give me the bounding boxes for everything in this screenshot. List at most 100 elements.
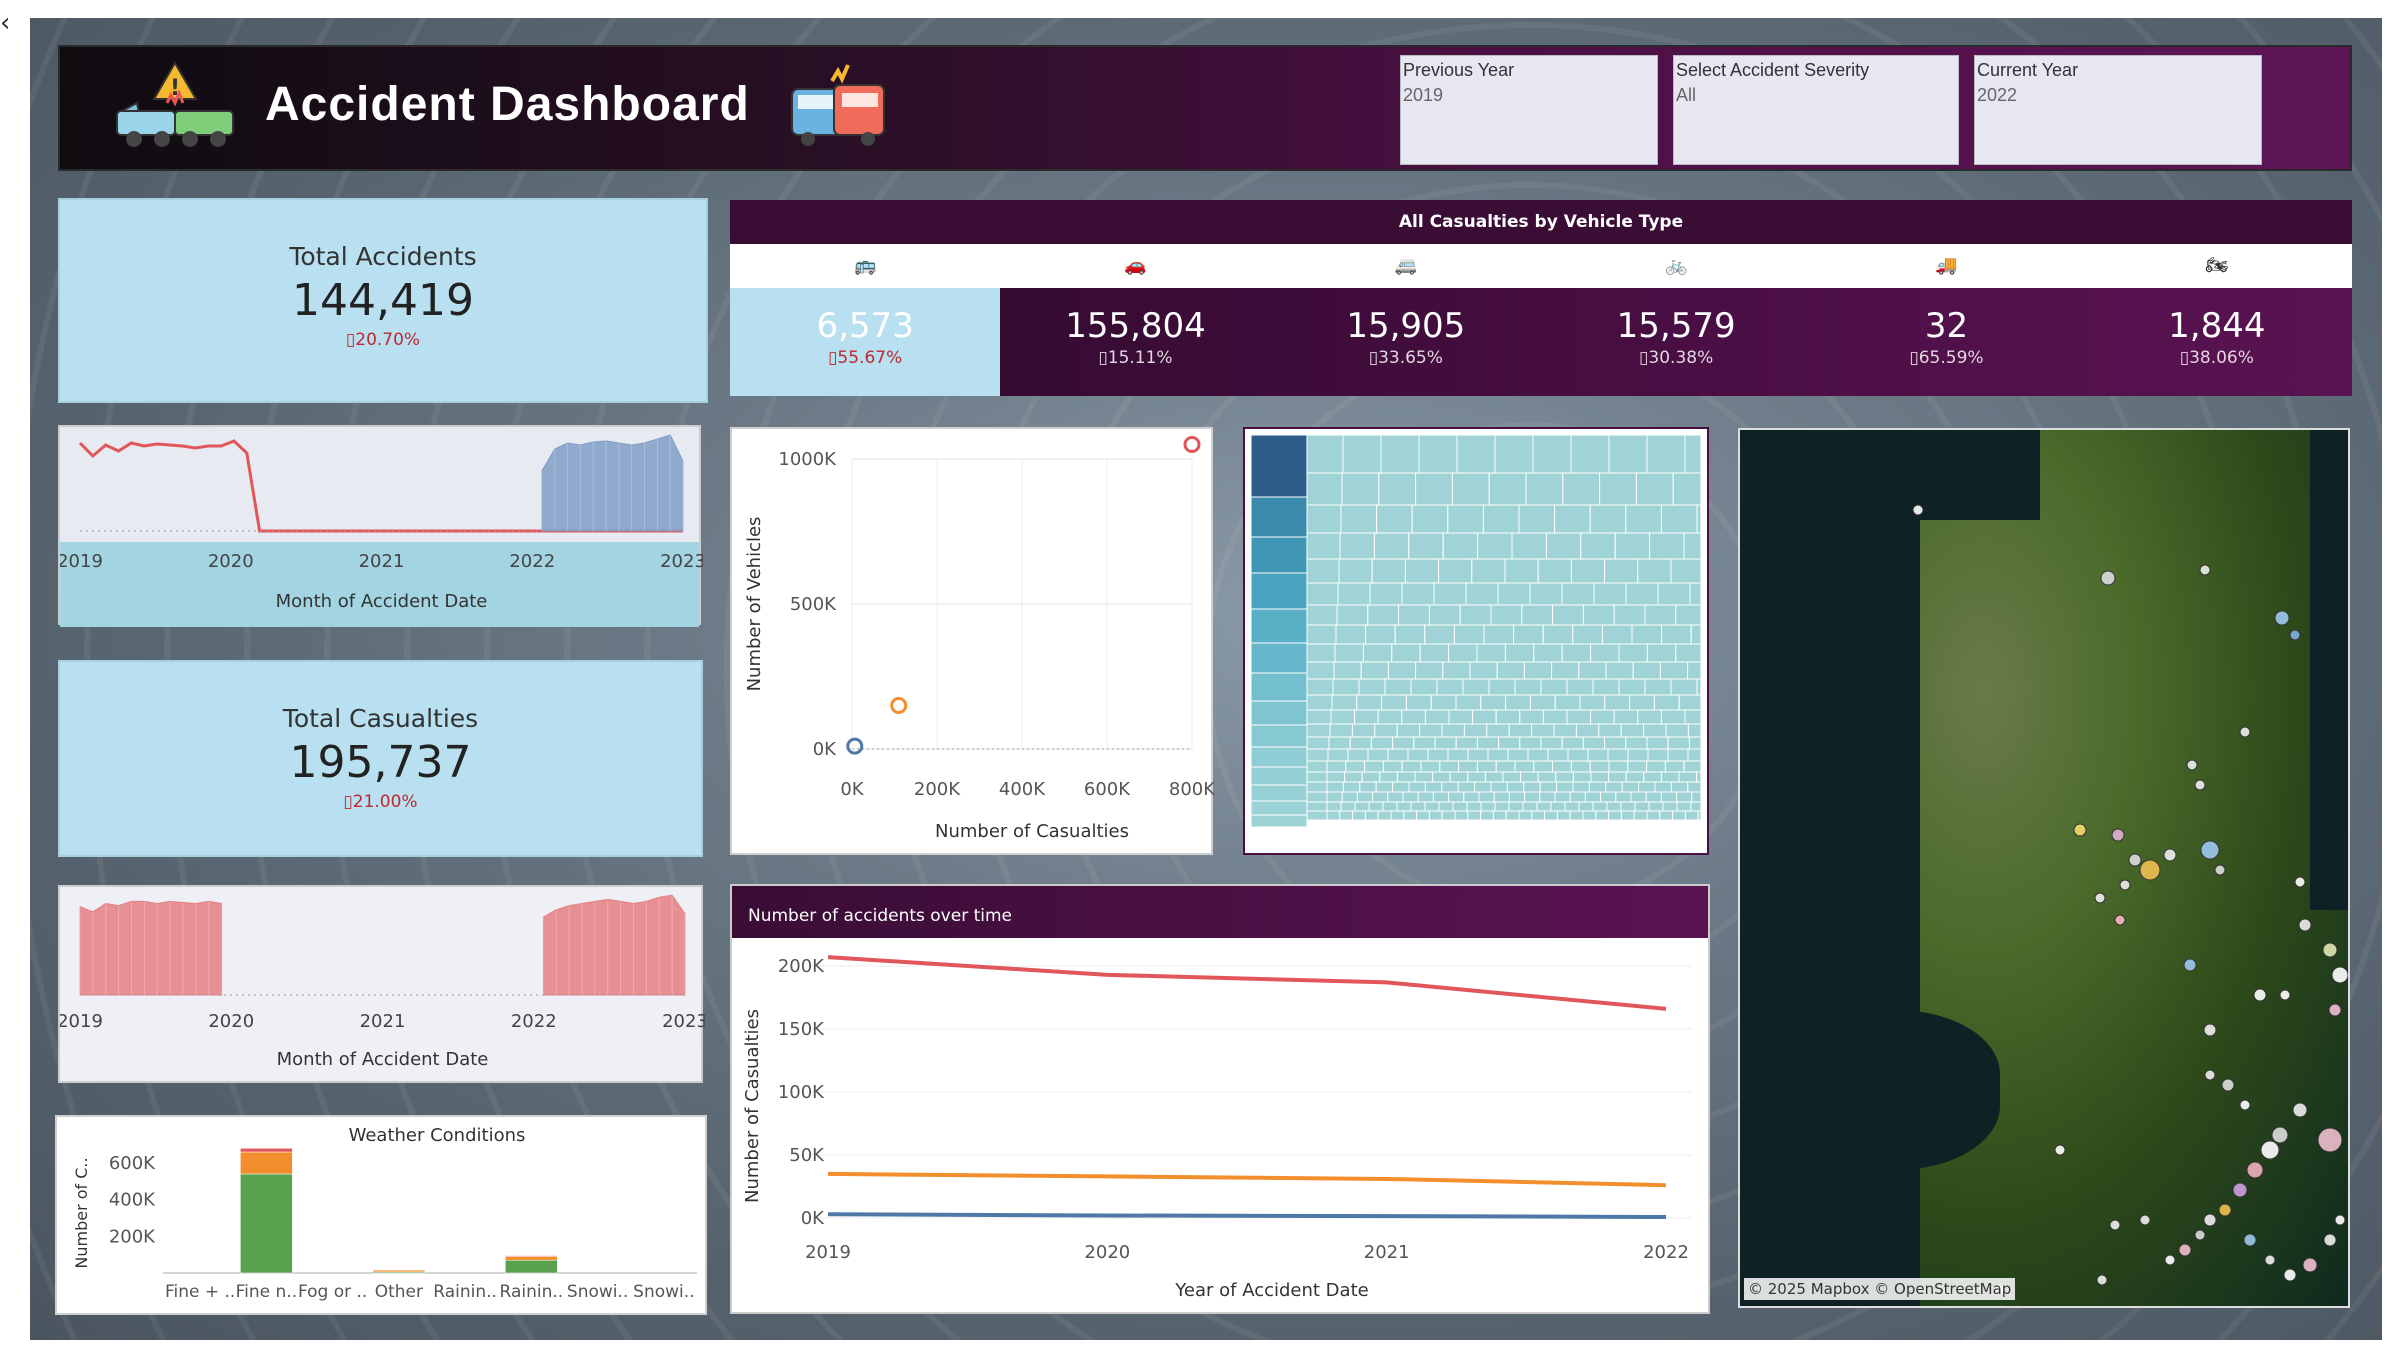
weather-conditions-chart[interactable]: Weather Conditions 200K 400K 600K Fine + .. F… xyxy=(55,1115,707,1315)
vehicle-cell-motorcycle[interactable]: 1,844 ▯38.06% xyxy=(2082,288,2352,396)
vehicle-cell-bus[interactable]: 6,573 ▯55.67% xyxy=(730,288,1001,396)
treemap-cell xyxy=(1306,504,1342,534)
accident-location-dot xyxy=(2109,1219,2121,1231)
treemap-cell xyxy=(1537,771,1557,783)
treemap-cell xyxy=(1387,748,1409,762)
accident-location-dot xyxy=(2246,1161,2264,1179)
treemap-cell xyxy=(1660,791,1678,803)
x-tick-label: 200K xyxy=(914,779,961,800)
series-area xyxy=(79,894,686,996)
treemap-cell xyxy=(1344,771,1363,783)
treemap-cell xyxy=(1683,532,1702,560)
car-icon[interactable]: 🚗 xyxy=(1000,244,1270,288)
treemap-cell xyxy=(1439,760,1460,773)
treemap-cell xyxy=(1358,678,1386,696)
treemap-cell xyxy=(1387,791,1404,803)
treemap-cell xyxy=(1441,810,1456,821)
treemap-cell xyxy=(1488,472,1527,506)
treemap-cell xyxy=(1391,643,1421,663)
treemap-cell xyxy=(1306,760,1328,773)
treemap-cell xyxy=(1401,709,1426,725)
treemap-cell xyxy=(1613,604,1646,626)
kpi-total-casualties[interactable]: Total Casualties 195,737 ▯21.00% xyxy=(58,660,703,857)
car-crash-warning-icon: ! xyxy=(116,61,234,147)
treemap-cell xyxy=(1670,678,1698,696)
truck-icon[interactable]: 🚚 xyxy=(1811,244,2081,288)
accident-location-dot xyxy=(2298,918,2312,932)
van-icon[interactable]: 🚐 xyxy=(1271,244,1541,288)
accident-location-dot xyxy=(2139,1214,2151,1226)
vehicle-cell-van[interactable]: 15,905 ▯33.65% xyxy=(1271,288,1541,396)
change-arrow-icon: ▯ xyxy=(1098,348,1108,368)
kpi-change-value: 20.70% xyxy=(355,330,421,350)
treemap-cell xyxy=(1483,624,1515,645)
filter-current-year[interactable]: Current Year 2022 xyxy=(1974,55,2262,165)
accident-location-dot xyxy=(2323,1233,2337,1247)
treemap-cell xyxy=(1416,810,1430,821)
accident-location-dot xyxy=(2073,823,2087,837)
accident-location-dot xyxy=(2317,1127,2343,1153)
treemap-cell xyxy=(1696,771,1702,783)
treemap-cell xyxy=(1561,643,1592,663)
treemap-cell xyxy=(1618,678,1646,696)
treemap-cell xyxy=(1333,661,1362,680)
treemap-cell xyxy=(1403,810,1418,821)
accident-location-dot xyxy=(2054,1144,2066,1156)
treemap-cell xyxy=(1494,801,1510,812)
treemap-cell xyxy=(1523,781,1541,793)
treemap-cell xyxy=(1552,604,1584,626)
weather-bar-segment xyxy=(505,1259,558,1274)
vehicle-value-row: 6,573 ▯55.67% 155,804 ▯15.11% 15,905 ▯33… xyxy=(730,288,2352,396)
filter-previous-year[interactable]: Previous Year 2019 xyxy=(1400,55,1658,165)
accident-location-dot xyxy=(2203,1213,2217,1227)
accident-location-dot xyxy=(2114,914,2126,926)
accident-location-dot xyxy=(2194,779,2206,791)
treemap-cell xyxy=(1456,434,1496,474)
x-tick-label: Rainin.. xyxy=(500,1282,564,1302)
treemap-cell xyxy=(1625,504,1662,534)
vehicle-cell-car[interactable]: 155,804 ▯15.11% xyxy=(1000,288,1270,396)
bus-icon[interactable]: 🚌 xyxy=(730,244,1000,288)
x-tick-label: Fog or .. xyxy=(298,1282,367,1302)
treemap-cell xyxy=(1600,791,1617,803)
vehicle-cell-bicycle[interactable]: 15,579 ▯30.38% xyxy=(1541,288,1811,396)
motorcycle-icon[interactable]: 🏍 xyxy=(2082,244,2352,288)
filter-accident-severity[interactable]: Select Accident Severity All xyxy=(1673,55,1959,165)
back-chevron-icon[interactable]: ‹ xyxy=(0,8,10,38)
treemap-cell xyxy=(1590,709,1615,725)
vehicle-value: 6,573 xyxy=(816,306,914,346)
y-tick-label: 0K xyxy=(813,739,837,760)
accident-location-dot xyxy=(2111,828,2125,842)
treemap-cell xyxy=(1424,709,1450,725)
treemap-cell xyxy=(1360,661,1389,680)
treemap-cell xyxy=(1595,810,1610,821)
x-tick-label: 0K xyxy=(840,779,864,800)
treemap-cell xyxy=(1547,748,1569,762)
treemap-cell xyxy=(1380,434,1420,474)
x-axis-title: Year of Accident Date xyxy=(1174,1280,1368,1301)
casualties-month-chart[interactable]: 2019 2020 2021 2022 2023 Month of Accident Da… xyxy=(58,885,705,1083)
treemap-cell xyxy=(1341,791,1358,803)
accident-map[interactable]: © 2025 Mapbox © OpenStreetMap xyxy=(1738,428,2350,1308)
treemap-cell xyxy=(1415,661,1444,680)
treemap-cell xyxy=(1374,723,1398,738)
series-area xyxy=(541,434,684,532)
change-arrow-icon: ▯ xyxy=(2179,348,2190,368)
treemap-cell xyxy=(1696,504,1702,534)
y-tick-label: 0K xyxy=(801,1208,825,1229)
treemap-cell xyxy=(1593,582,1627,606)
accidents-month-chart[interactable]: 2019 2020 2021 2022 2023 Month of Accident Da… xyxy=(58,425,703,627)
kpi-total-accidents[interactable]: Total Accidents 144,419 ▯20.70% xyxy=(58,198,708,403)
bicycle-icon[interactable]: 🚲 xyxy=(1541,244,1811,288)
accident-location-dot xyxy=(2274,610,2290,626)
accidents-over-time-chart[interactable]: Number of accidents over time 0K 50K 100K 1… xyxy=(730,884,1710,1314)
treemap-cell xyxy=(1613,709,1639,725)
x-tick-label: 2019 xyxy=(60,551,103,572)
vehicle-cell-truck[interactable]: 32 ▯65.59% xyxy=(1811,288,2081,396)
treemap-chart[interactable] xyxy=(1243,427,1709,855)
casualties-vs-vehicles-scatter[interactable]: 0K 500K 1000K 0K 200K 400K 600K 800K Number of C… xyxy=(730,427,1215,855)
treemap-cell xyxy=(1689,582,1702,606)
treemap-cell xyxy=(1533,760,1554,773)
kpi-label: Total Accidents xyxy=(289,242,477,271)
change-arrow-icon: ▯ xyxy=(1368,348,1379,368)
